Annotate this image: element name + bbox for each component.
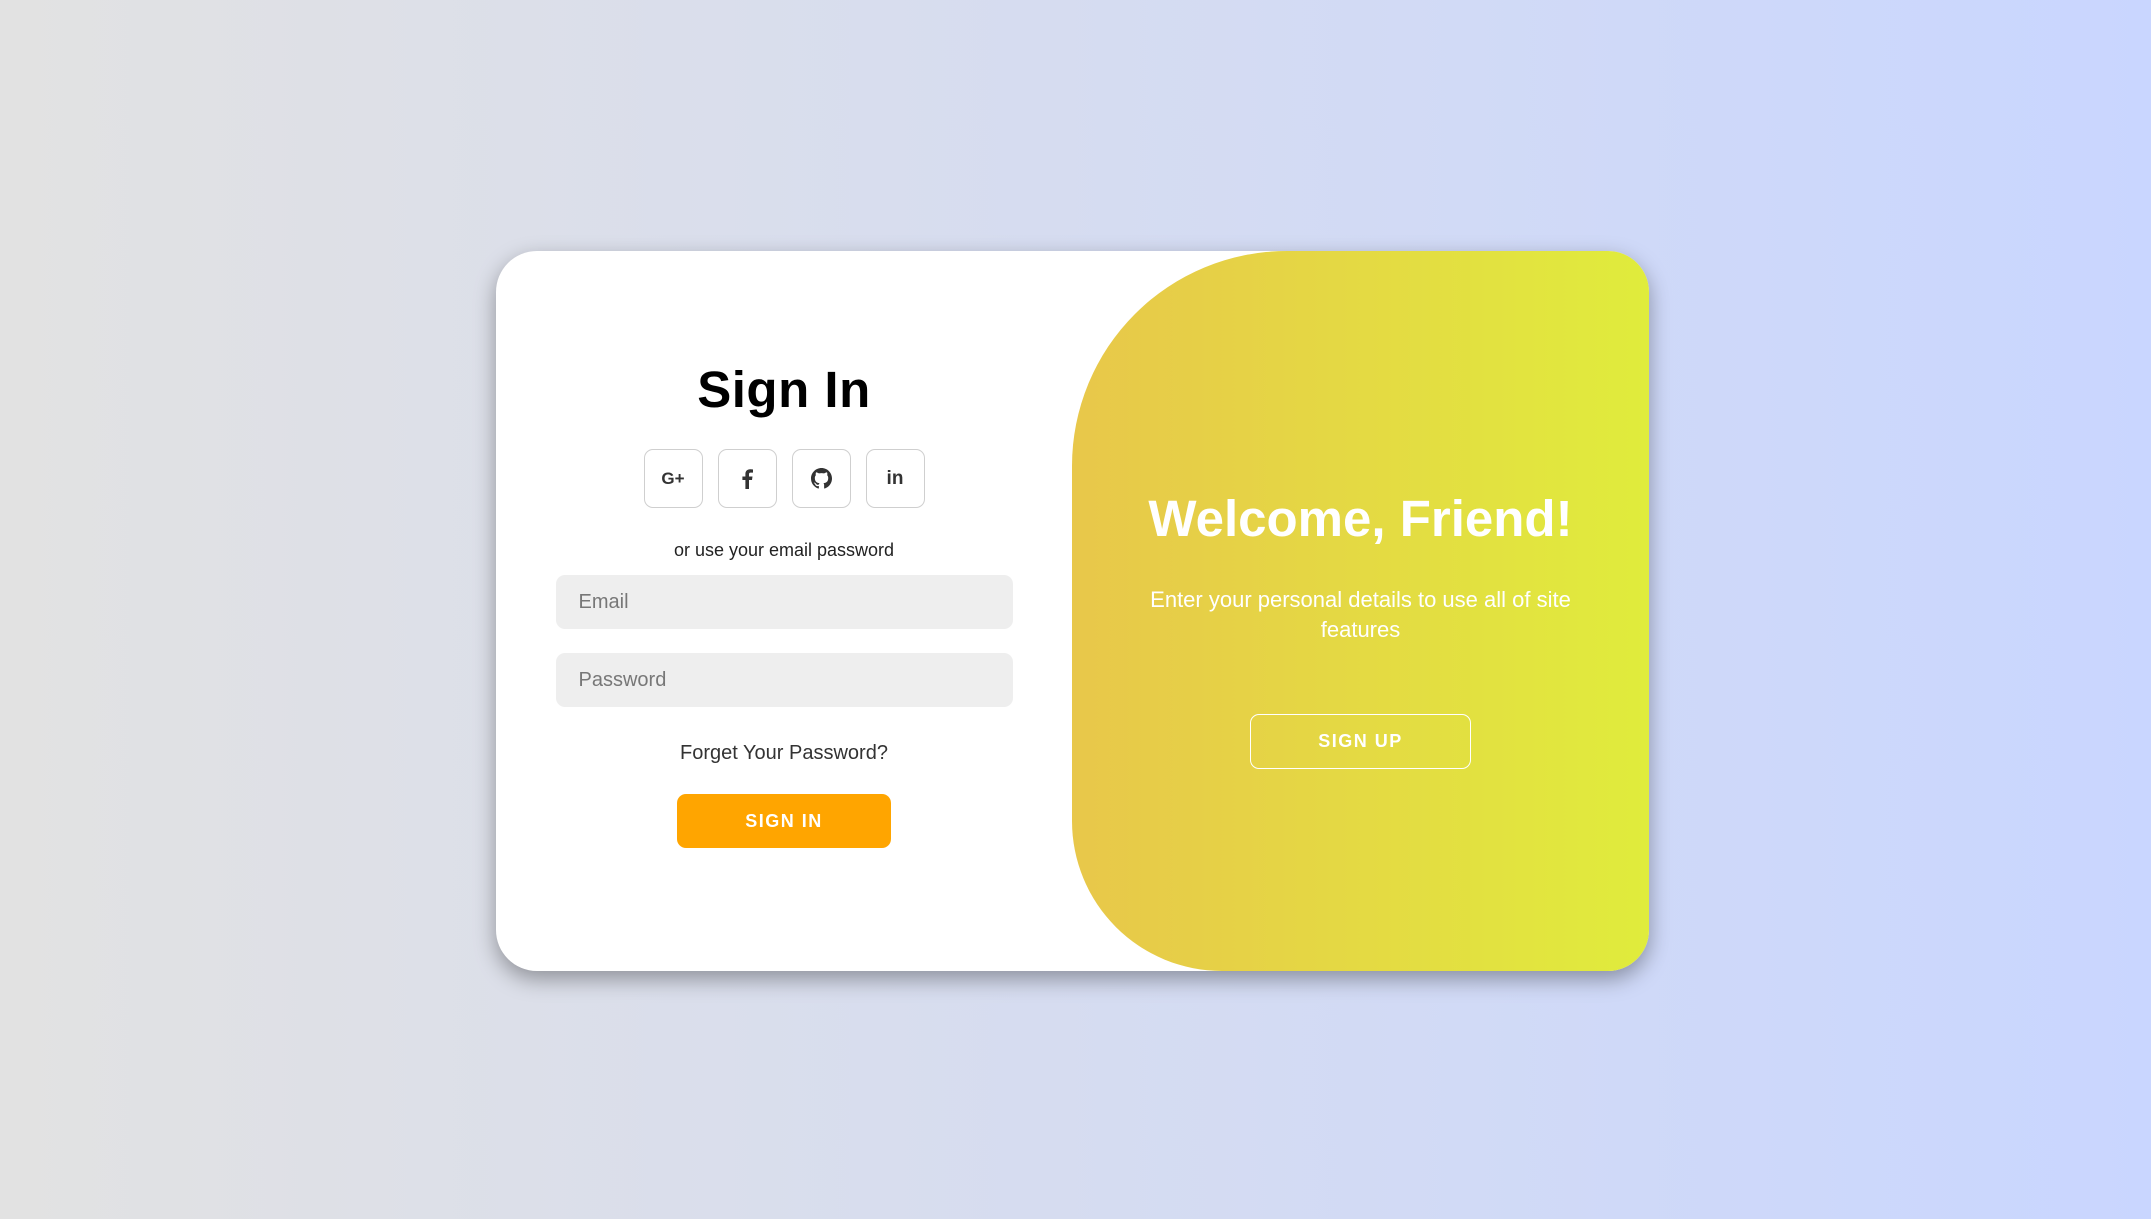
welcome-description: Enter your personal details to use all o…: [1150, 587, 1571, 642]
alternate-login-hint: or use your email password: [673, 540, 895, 560]
facebook-button[interactable]: [717, 449, 777, 508]
auth-card: Sign In G+ in or use your email password: [496, 251, 1649, 971]
linkedin-button[interactable]: in: [865, 449, 925, 508]
welcome-title: Welcome, Friend!: [1148, 490, 1573, 547]
signin-title: Sign In: [697, 361, 871, 418]
github-button[interactable]: [791, 449, 851, 508]
signin-form: Sign In G+ in or use your email password: [496, 251, 1072, 971]
social-login-row: G+ in: [643, 449, 925, 508]
forgot-password-link[interactable]: Forget Your Password?: [680, 742, 888, 765]
google-plus-icon: G+: [661, 469, 685, 488]
welcome-panel: Welcome, Friend! Enter your personal det…: [1072, 251, 1649, 971]
facebook-icon: [742, 468, 753, 489]
github-icon: [810, 468, 832, 489]
google-plus-button[interactable]: G+: [643, 449, 703, 508]
linkedin-icon: in: [886, 468, 904, 489]
email-field[interactable]: [555, 575, 1013, 629]
signin-button[interactable]: SIGN IN: [677, 794, 891, 848]
signup-button[interactable]: SIGN UP: [1250, 714, 1471, 769]
password-field[interactable]: [555, 653, 1013, 707]
